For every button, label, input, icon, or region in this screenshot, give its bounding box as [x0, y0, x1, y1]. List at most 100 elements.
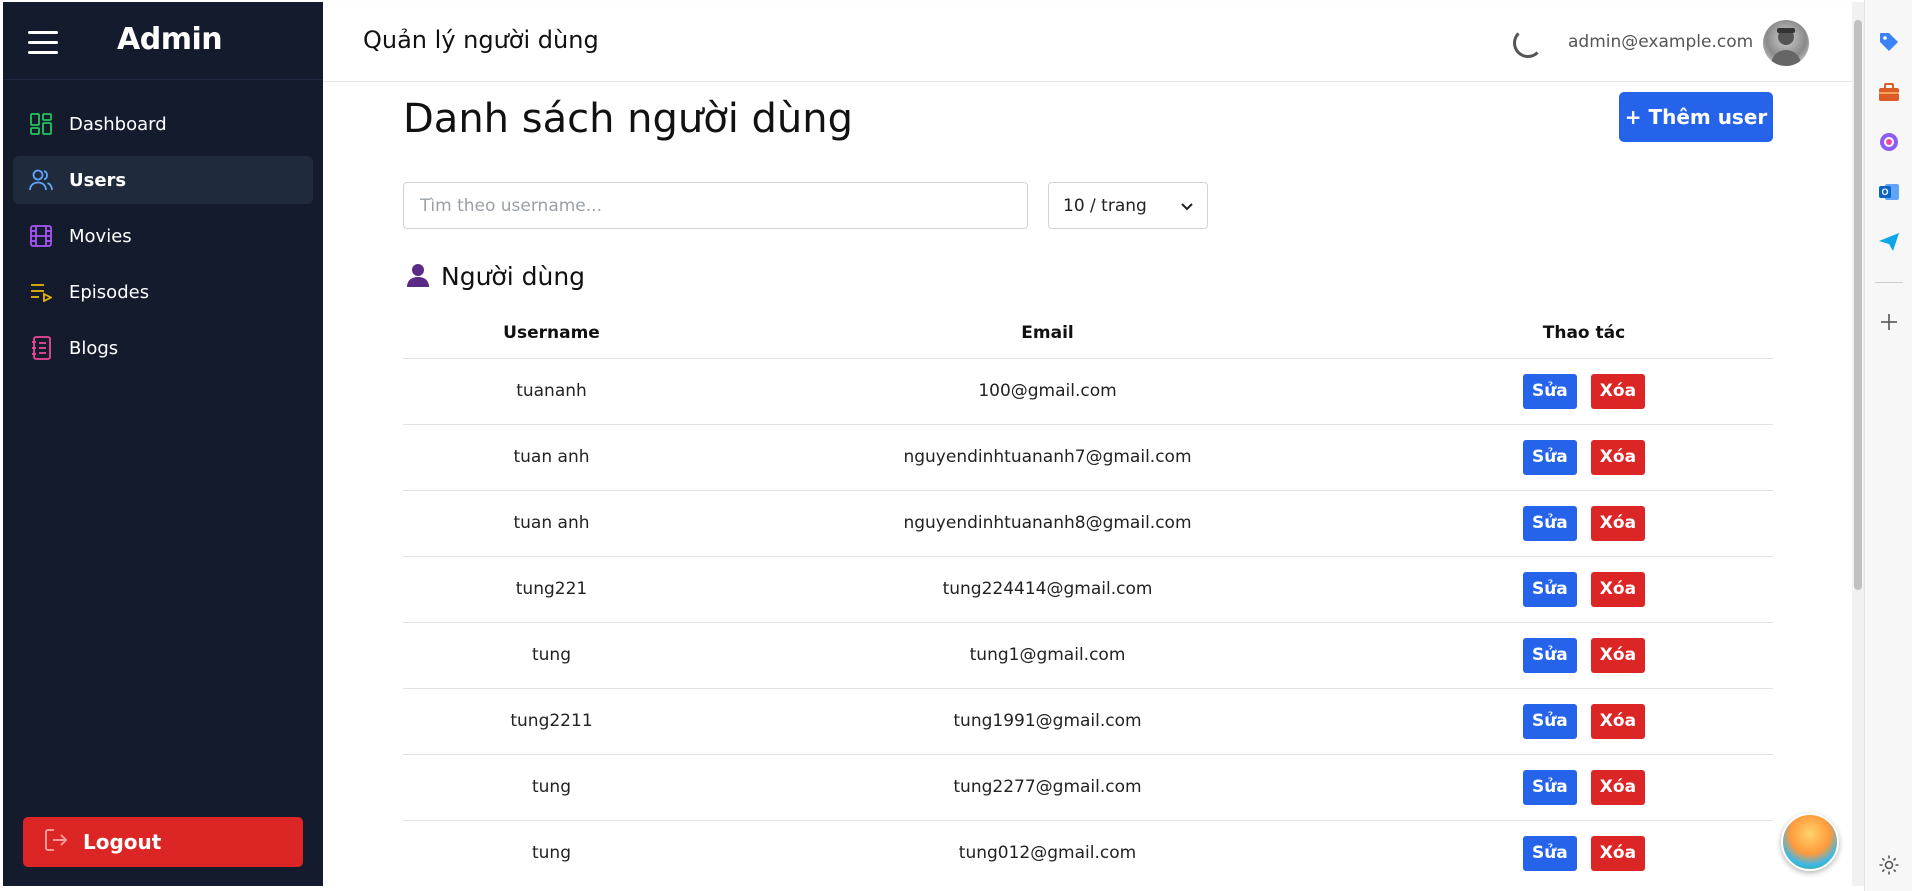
- notebook-icon: [29, 336, 53, 360]
- cell-username: tung2211: [403, 688, 700, 755]
- search-input[interactable]: [403, 182, 1028, 229]
- send-icon[interactable]: [1877, 230, 1901, 254]
- edit-button[interactable]: Sửa: [1522, 505, 1577, 541]
- cell-actions: Sửa Xóa: [1395, 556, 1773, 623]
- cell-username: tuan anh: [403, 490, 700, 557]
- film-icon: [29, 224, 53, 248]
- delete-button[interactable]: Xóa: [1590, 835, 1646, 871]
- cell-actions: Sửa Xóa: [1395, 688, 1773, 755]
- table-row: tung221 tung224414@gmail.com Sửa Xóa: [403, 556, 1773, 623]
- cell-email: 100@gmail.com: [700, 358, 1395, 425]
- main-content: Danh sách người dùng + Thêm user 10 / tr…: [323, 82, 1852, 886]
- cell-username: tung221: [403, 556, 700, 623]
- sidebar-header: Admin: [3, 2, 323, 80]
- per-page-value: 10 / trang: [1063, 195, 1147, 216]
- users-table: Username Email Thao tác tuananh 100@gmai…: [403, 308, 1773, 886]
- svg-text:O: O: [1881, 187, 1888, 197]
- logout-label: Logout: [83, 830, 162, 854]
- table-row: tuan anh nguyendinhtuananh8@gmail.com Sử…: [403, 490, 1773, 557]
- scrollbar-thumb[interactable]: [1854, 20, 1862, 590]
- cell-actions: Sửa Xóa: [1395, 490, 1773, 557]
- column-header-username: Username: [403, 308, 700, 359]
- edit-button[interactable]: Sửa: [1522, 769, 1577, 805]
- delete-button[interactable]: Xóa: [1590, 637, 1646, 673]
- column-header-actions: Thao tác: [1395, 308, 1773, 359]
- playlist-icon: [29, 280, 53, 304]
- delete-button[interactable]: Xóa: [1590, 505, 1646, 541]
- page-scrollbar[interactable]: [1852, 2, 1864, 886]
- user-email: admin@example.com: [1568, 32, 1754, 52]
- sidebar-divider: [1875, 282, 1903, 283]
- sidebar-nav: Dashboard Users Movies Episodes Blogs: [3, 100, 323, 372]
- edit-button[interactable]: Sửa: [1522, 571, 1577, 607]
- cell-email: tung2277@gmail.com: [700, 754, 1395, 821]
- table-row: tung2211 tung1991@gmail.com Sửa Xóa: [403, 688, 1773, 755]
- delete-button[interactable]: Xóa: [1590, 571, 1646, 607]
- cell-actions: Sửa Xóa: [1395, 358, 1773, 425]
- per-page-select[interactable]: 10 / trang: [1048, 182, 1208, 229]
- avatar[interactable]: [1763, 20, 1809, 66]
- cell-email: nguyendinhtuananh8@gmail.com: [700, 490, 1395, 557]
- sidebar-item-label: Movies: [69, 225, 132, 247]
- delete-button[interactable]: Xóa: [1590, 439, 1646, 475]
- add-user-button[interactable]: + Thêm user: [1619, 92, 1773, 142]
- copilot-icon[interactable]: [1877, 130, 1901, 154]
- page-title: Danh sách người dùng: [403, 96, 854, 142]
- cell-email: tung1@gmail.com: [700, 622, 1395, 689]
- sidebar-item-dashboard[interactable]: Dashboard: [13, 100, 313, 148]
- chevron-down-icon: [1181, 196, 1193, 216]
- user-icon: [407, 263, 429, 291]
- table-row: tuan anh nguyendinhtuananh7@gmail.com Sử…: [403, 424, 1773, 491]
- column-header-email: Email: [700, 308, 1395, 359]
- cell-actions: Sửa Xóa: [1395, 424, 1773, 491]
- tag-icon[interactable]: [1877, 30, 1901, 54]
- menu-icon[interactable]: [28, 31, 58, 55]
- sidebar-item-label: Dashboard: [69, 113, 167, 135]
- cell-email: tung012@gmail.com: [700, 820, 1395, 886]
- delete-button[interactable]: Xóa: [1590, 703, 1646, 739]
- delete-button[interactable]: Xóa: [1590, 373, 1646, 409]
- cell-email: nguyendinhtuananh7@gmail.com: [700, 424, 1395, 491]
- gear-icon[interactable]: [1877, 853, 1901, 877]
- table-row: tung tung2277@gmail.com Sửa Xóa: [403, 754, 1773, 821]
- edit-button[interactable]: Sửa: [1522, 637, 1577, 673]
- sidebar-item-label: Episodes: [69, 281, 150, 303]
- loading-spinner-icon: [1513, 28, 1543, 58]
- sidebar-item-users[interactable]: Users: [13, 156, 313, 204]
- sidebar-item-label: Blogs: [69, 337, 119, 359]
- sidebar-item-blogs[interactable]: Blogs: [13, 324, 313, 372]
- logout-icon: [45, 829, 69, 855]
- floating-assistant-button[interactable]: [1781, 813, 1839, 871]
- users-icon: [29, 168, 53, 192]
- table-header-row: Username Email Thao tác: [403, 308, 1773, 359]
- cell-username: tuan anh: [403, 424, 700, 491]
- sidebar-title: Admin: [117, 22, 223, 57]
- edit-button[interactable]: Sửa: [1522, 703, 1577, 739]
- section-header: Người dùng: [407, 262, 585, 291]
- table-row: tung tung1@gmail.com Sửa Xóa: [403, 622, 1773, 689]
- edit-button[interactable]: Sửa: [1522, 835, 1577, 871]
- edit-button[interactable]: Sửa: [1522, 373, 1577, 409]
- edit-button[interactable]: Sửa: [1522, 439, 1577, 475]
- sidebar-item-movies[interactable]: Movies: [13, 212, 313, 260]
- sidebar-item-episodes[interactable]: Episodes: [13, 268, 313, 316]
- cell-email: tung224414@gmail.com: [700, 556, 1395, 623]
- table-row: tuananh 100@gmail.com Sửa Xóa: [403, 358, 1773, 425]
- outlook-icon[interactable]: O: [1877, 180, 1901, 204]
- cell-email: tung1991@gmail.com: [700, 688, 1395, 755]
- page-heading: Quản lý người dùng: [363, 26, 599, 54]
- sidebar: Admin Dashboard Users Movies Episodes Bl…: [3, 2, 323, 886]
- sidebar-item-label: Users: [69, 169, 127, 191]
- dashboard-icon: [29, 112, 53, 136]
- logout-button[interactable]: Logout: [23, 817, 303, 867]
- cell-username: tung: [403, 754, 700, 821]
- cell-username: tung: [403, 622, 700, 689]
- top-header: Quản lý người dùng admin@example.com: [323, 2, 1852, 82]
- cell-username: tuananh: [403, 358, 700, 425]
- toolbox-icon[interactable]: [1877, 80, 1901, 104]
- cell-actions: Sửa Xóa: [1395, 820, 1773, 886]
- delete-button[interactable]: Xóa: [1590, 769, 1646, 805]
- section-title: Người dùng: [441, 262, 586, 291]
- add-icon[interactable]: [1877, 310, 1901, 334]
- cell-username: tung: [403, 820, 700, 886]
